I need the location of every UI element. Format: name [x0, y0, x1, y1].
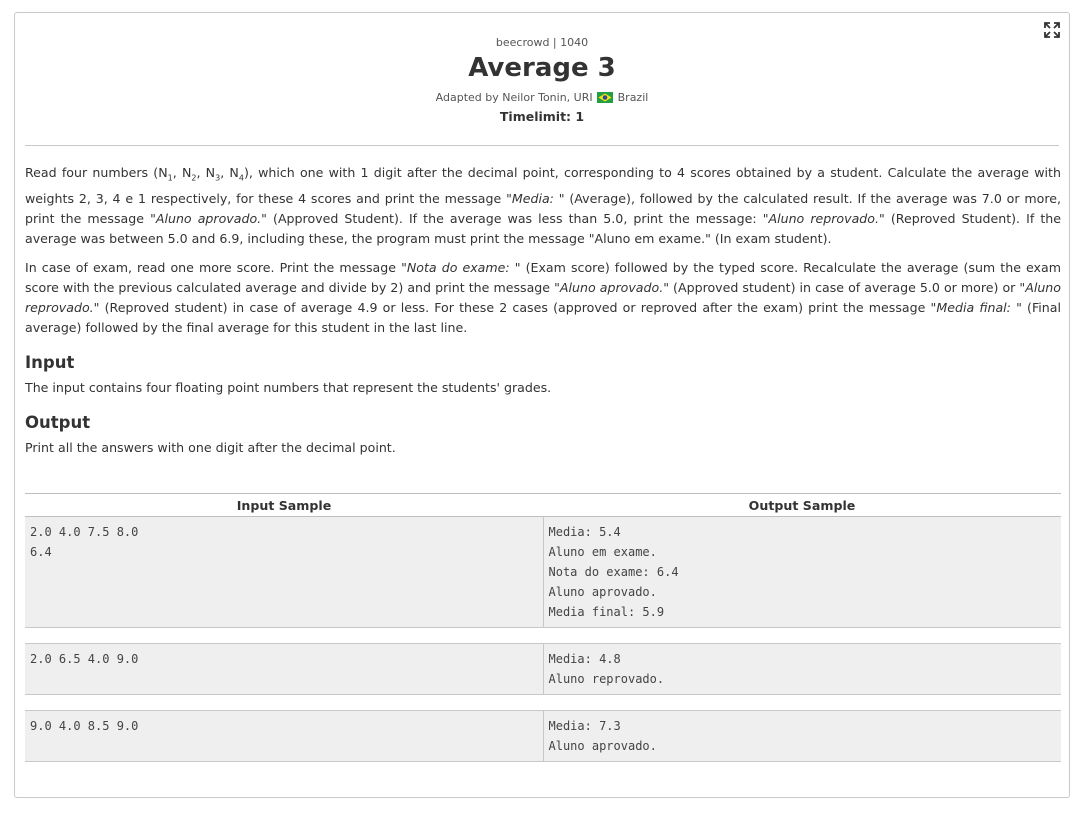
output-sample-line: Nota do exame: 6.4 [548, 565, 679, 579]
problem-card: beecrowd | 1040 Average 3 Adapted by Nei… [14, 12, 1070, 798]
emphasized-message: "Media final: " [930, 299, 1022, 315]
subscript: 4 [238, 173, 244, 183]
output-heading: Output [25, 412, 91, 432]
output-sample-line: Media: 4.8 [548, 652, 621, 666]
output-description: Print all the answers with one digit aft… [25, 439, 396, 455]
timelimit: Timelimit: 1 [499, 109, 585, 124]
description-paragraph-1: Read four numbers (N1, N2, N3, N4), whic… [25, 165, 1062, 246]
emphasized-message: "Aluno aprovado." [554, 279, 669, 295]
samples-body: 2.0 4.0 7.5 8.0 6.4 Media: 5.4 Aluno em exa… [25, 516, 1061, 762]
adapted-by-text: Adapted by Neilor Tonin, URI [435, 91, 593, 104]
output-sample-line: Aluno em exame. [548, 545, 657, 559]
emphasized-message: "Aluno reprovado." [25, 279, 1061, 315]
input-description: The input contains four floating point n… [25, 379, 552, 395]
output-sample-line: Media: 7.3 [548, 719, 621, 733]
input-sample-line: 9.0 4.0 8.5 9.0 [30, 719, 139, 733]
sample-spacer [25, 694, 1061, 711]
sample-row: 2.0 6.5 4.0 9.0 Media: 4.8 Aluno reprovado… [25, 643, 1061, 695]
input-heading: Input [25, 352, 75, 372]
output-sample-line: Media: 5.4 [548, 525, 621, 539]
brazil-flag-icon [597, 92, 614, 106]
emphasized-message: "Aluno aprovado." [150, 210, 267, 226]
sample-row: 2.0 4.0 7.5 8.0 6.4 Media: 5.4 Aluno em exa… [25, 516, 1061, 628]
output-sample-cell: Media: 5.4 Aluno em exame. Nota do exame: … [543, 516, 1061, 628]
adapted-by: Adapted by Neilor Tonin, URI Brazil [15, 91, 1069, 106]
samples-table: Input Sample Output Sample 2.0 4.0 7.5 8… [25, 493, 1061, 762]
output-sample-cell: Media: 4.8 Aluno reprovado. [543, 643, 1061, 695]
input-sample-cell: 2.0 4.0 7.5 8.0 6.4 [25, 516, 544, 628]
input-sample-line: 2.0 6.5 4.0 9.0 [30, 652, 139, 666]
output-sample-line: Media final: 5.9 [548, 605, 665, 619]
output-sample-line: Aluno reprovado. [548, 672, 665, 686]
input-sample-line: 2.0 4.0 7.5 8.0 [30, 525, 139, 539]
sample-row: 9.0 4.0 8.5 9.0 Media: 7.3 Aluno aprovado. [25, 710, 1061, 762]
output-sample-cell: Media: 7.3 Aluno aprovado. [543, 710, 1061, 762]
subscript: 3 [215, 173, 221, 183]
description-paragraph-2: In case of exam, read one more score. Pr… [25, 259, 1061, 335]
input-sample-header: Input Sample [25, 493, 543, 517]
emphasized-message: "Media: " [506, 190, 565, 206]
output-sample-line: Aluno aprovado. [548, 739, 657, 753]
output-sample-line: Aluno aprovado. [548, 585, 657, 599]
problem-content: Read four numbers (N1, N2, N3, N4), whic… [25, 163, 1061, 458]
sample-spacer [25, 627, 1061, 644]
problem-source: beecrowd | 1040 [495, 36, 589, 49]
country-name: Brazil [617, 91, 649, 104]
input-sample-cell: 2.0 6.5 4.0 9.0 [25, 643, 544, 695]
input-sample-cell: 9.0 4.0 8.5 9.0 [25, 710, 544, 762]
output-sample-header: Output Sample [543, 493, 1061, 517]
divider [25, 145, 1059, 146]
input-sample-line: 6.4 [30, 545, 52, 559]
subscript: 2 [191, 173, 197, 183]
page-title: Average 3 [468, 53, 616, 83]
emphasized-message: "Aluno reprovado." [762, 210, 885, 226]
subscript: 1 [167, 173, 173, 183]
emphasized-message: "Nota do exame: " [401, 259, 521, 275]
